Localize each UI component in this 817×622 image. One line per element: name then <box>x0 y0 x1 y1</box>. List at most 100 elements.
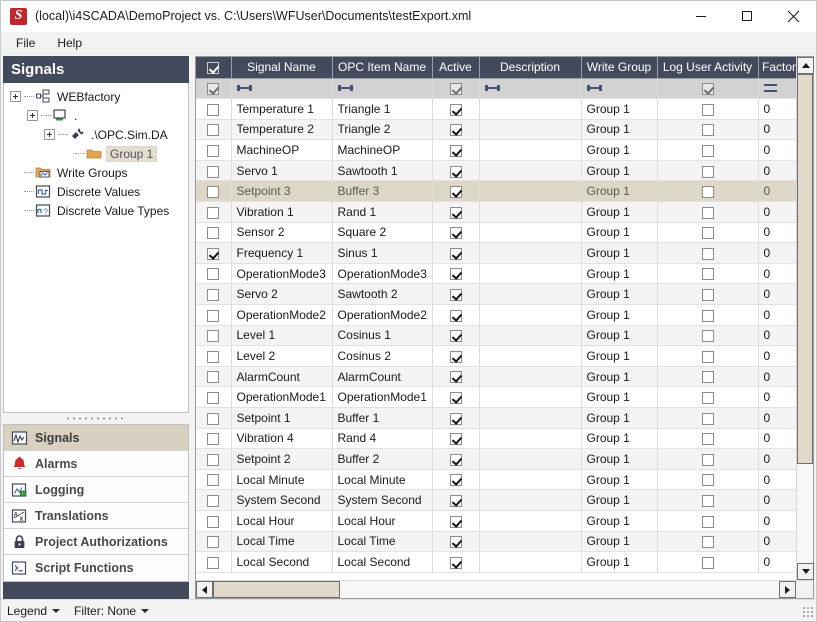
table-row[interactable]: Setpoint 2Buffer 2Group 10 <box>196 449 796 470</box>
filter-dropdown[interactable]: Filter: None <box>74 604 149 618</box>
filter-cell-signal[interactable] <box>231 78 332 99</box>
cell-logact[interactable] <box>657 408 758 429</box>
sel-checkbox[interactable] <box>207 104 219 116</box>
logact-checkbox[interactable] <box>702 536 714 548</box>
cell-sel[interactable] <box>196 552 231 573</box>
column-header-active[interactable]: Active <box>432 57 479 78</box>
table-row[interactable]: Temperature 1Triangle 1Group 10 <box>196 99 796 120</box>
cell-logact[interactable] <box>657 510 758 531</box>
sel-checkbox[interactable] <box>207 268 219 280</box>
filter-checkbox-logact[interactable] <box>702 83 714 95</box>
cell-logact[interactable] <box>657 531 758 552</box>
cell-sel[interactable] <box>196 140 231 161</box>
active-checkbox[interactable] <box>450 454 462 466</box>
logact-checkbox[interactable] <box>702 248 714 260</box>
column-header-opc[interactable]: OPC Item Name <box>332 57 432 78</box>
resize-grip-icon[interactable] <box>801 605 813 617</box>
cell-logact[interactable] <box>657 449 758 470</box>
active-checkbox[interactable] <box>450 289 462 301</box>
filter-cell-desc[interactable] <box>479 78 581 99</box>
active-checkbox[interactable] <box>450 124 462 136</box>
table-row[interactable]: Level 2Cosinus 2Group 10 <box>196 346 796 367</box>
cell-logact[interactable] <box>657 222 758 243</box>
column-header-factor[interactable]: Factor <box>758 57 796 78</box>
table-row[interactable]: Level 1Cosinus 1Group 10 <box>196 325 796 346</box>
sidebar-item-signals[interactable]: Signals <box>4 425 188 451</box>
cell-sel[interactable] <box>196 222 231 243</box>
tree-node-webfactory[interactable]: WEBfactory <box>4 87 188 106</box>
cell-logact[interactable] <box>657 140 758 161</box>
logact-checkbox[interactable] <box>702 268 714 280</box>
sel-checkbox[interactable] <box>207 310 219 322</box>
cell-active[interactable] <box>432 469 479 490</box>
cell-logact[interactable] <box>657 181 758 202</box>
cell-sel[interactable] <box>196 305 231 326</box>
active-checkbox[interactable] <box>450 351 462 363</box>
vertical-scroll-thumb[interactable] <box>797 74 813 464</box>
cell-active[interactable] <box>432 202 479 223</box>
cell-sel[interactable] <box>196 387 231 408</box>
horizontal-scroll-track[interactable] <box>213 581 779 598</box>
column-header-signal[interactable]: Signal Name <box>231 57 332 78</box>
cell-logact[interactable] <box>657 263 758 284</box>
cell-sel[interactable] <box>196 263 231 284</box>
filter-checkbox-active[interactable] <box>450 83 462 95</box>
logact-checkbox[interactable] <box>702 495 714 507</box>
cell-sel[interactable] <box>196 408 231 429</box>
cell-logact[interactable] <box>657 119 758 140</box>
table-row[interactable]: OperationMode3OperationMode3Group 10 <box>196 263 796 284</box>
active-checkbox[interactable] <box>450 186 462 198</box>
filter-equals-icon[interactable] <box>764 84 777 92</box>
cell-active[interactable] <box>432 325 479 346</box>
cell-active[interactable] <box>432 366 479 387</box>
cell-active[interactable] <box>432 510 479 531</box>
cell-active[interactable] <box>432 140 479 161</box>
active-checkbox[interactable] <box>450 207 462 219</box>
horizontal-scroll-thumb[interactable] <box>213 581 340 598</box>
sel-checkbox[interactable] <box>207 166 219 178</box>
sel-checkbox[interactable] <box>207 371 219 383</box>
cell-sel[interactable] <box>196 119 231 140</box>
cell-logact[interactable] <box>657 284 758 305</box>
cell-active[interactable] <box>432 222 479 243</box>
tree-expander-minus-icon[interactable] <box>44 129 55 140</box>
cell-logact[interactable] <box>657 202 758 223</box>
logact-checkbox[interactable] <box>702 516 714 528</box>
panel-splitter-grip[interactable] <box>3 413 189 424</box>
scroll-down-button[interactable] <box>797 563 814 580</box>
active-checkbox[interactable] <box>450 145 462 157</box>
cell-logact[interactable] <box>657 387 758 408</box>
active-checkbox[interactable] <box>450 516 462 528</box>
cell-sel[interactable] <box>196 181 231 202</box>
cell-logact[interactable] <box>657 490 758 511</box>
cell-sel[interactable] <box>196 202 231 223</box>
column-header-desc[interactable]: Description <box>479 57 581 78</box>
logact-checkbox[interactable] <box>702 371 714 383</box>
table-row[interactable]: Local SecondLocal SecondGroup 10 <box>196 552 796 573</box>
logact-checkbox[interactable] <box>702 392 714 404</box>
active-checkbox[interactable] <box>450 433 462 445</box>
sidebar-item-alarms[interactable]: Alarms <box>4 451 188 477</box>
logact-checkbox[interactable] <box>702 351 714 363</box>
tree-node-group-1[interactable]: Group 1 <box>4 144 188 163</box>
cell-sel[interactable] <box>196 449 231 470</box>
table-row[interactable]: Frequency 1Sinus 1Group 10 <box>196 243 796 264</box>
signals-tree[interactable]: WEBfactory . <box>3 83 189 413</box>
sidebar-item-project-authorizations[interactable]: Project Authorizations <box>4 529 188 555</box>
active-checkbox[interactable] <box>450 371 462 383</box>
sel-checkbox[interactable] <box>207 536 219 548</box>
cell-active[interactable] <box>432 449 479 470</box>
sel-checkbox[interactable] <box>207 330 219 342</box>
table-filter-row[interactable] <box>196 78 796 99</box>
cell-active[interactable] <box>432 408 479 429</box>
tree-expander-minus-icon[interactable] <box>10 91 21 102</box>
active-checkbox[interactable] <box>450 474 462 486</box>
active-checkbox[interactable] <box>450 310 462 322</box>
cell-sel[interactable] <box>196 428 231 449</box>
filter-between-icon[interactable] <box>485 84 500 92</box>
logact-checkbox[interactable] <box>702 186 714 198</box>
cell-sel[interactable] <box>196 531 231 552</box>
cell-active[interactable] <box>432 387 479 408</box>
cell-sel[interactable] <box>196 99 231 120</box>
table-row[interactable]: Servo 2Sawtooth 2Group 10 <box>196 284 796 305</box>
